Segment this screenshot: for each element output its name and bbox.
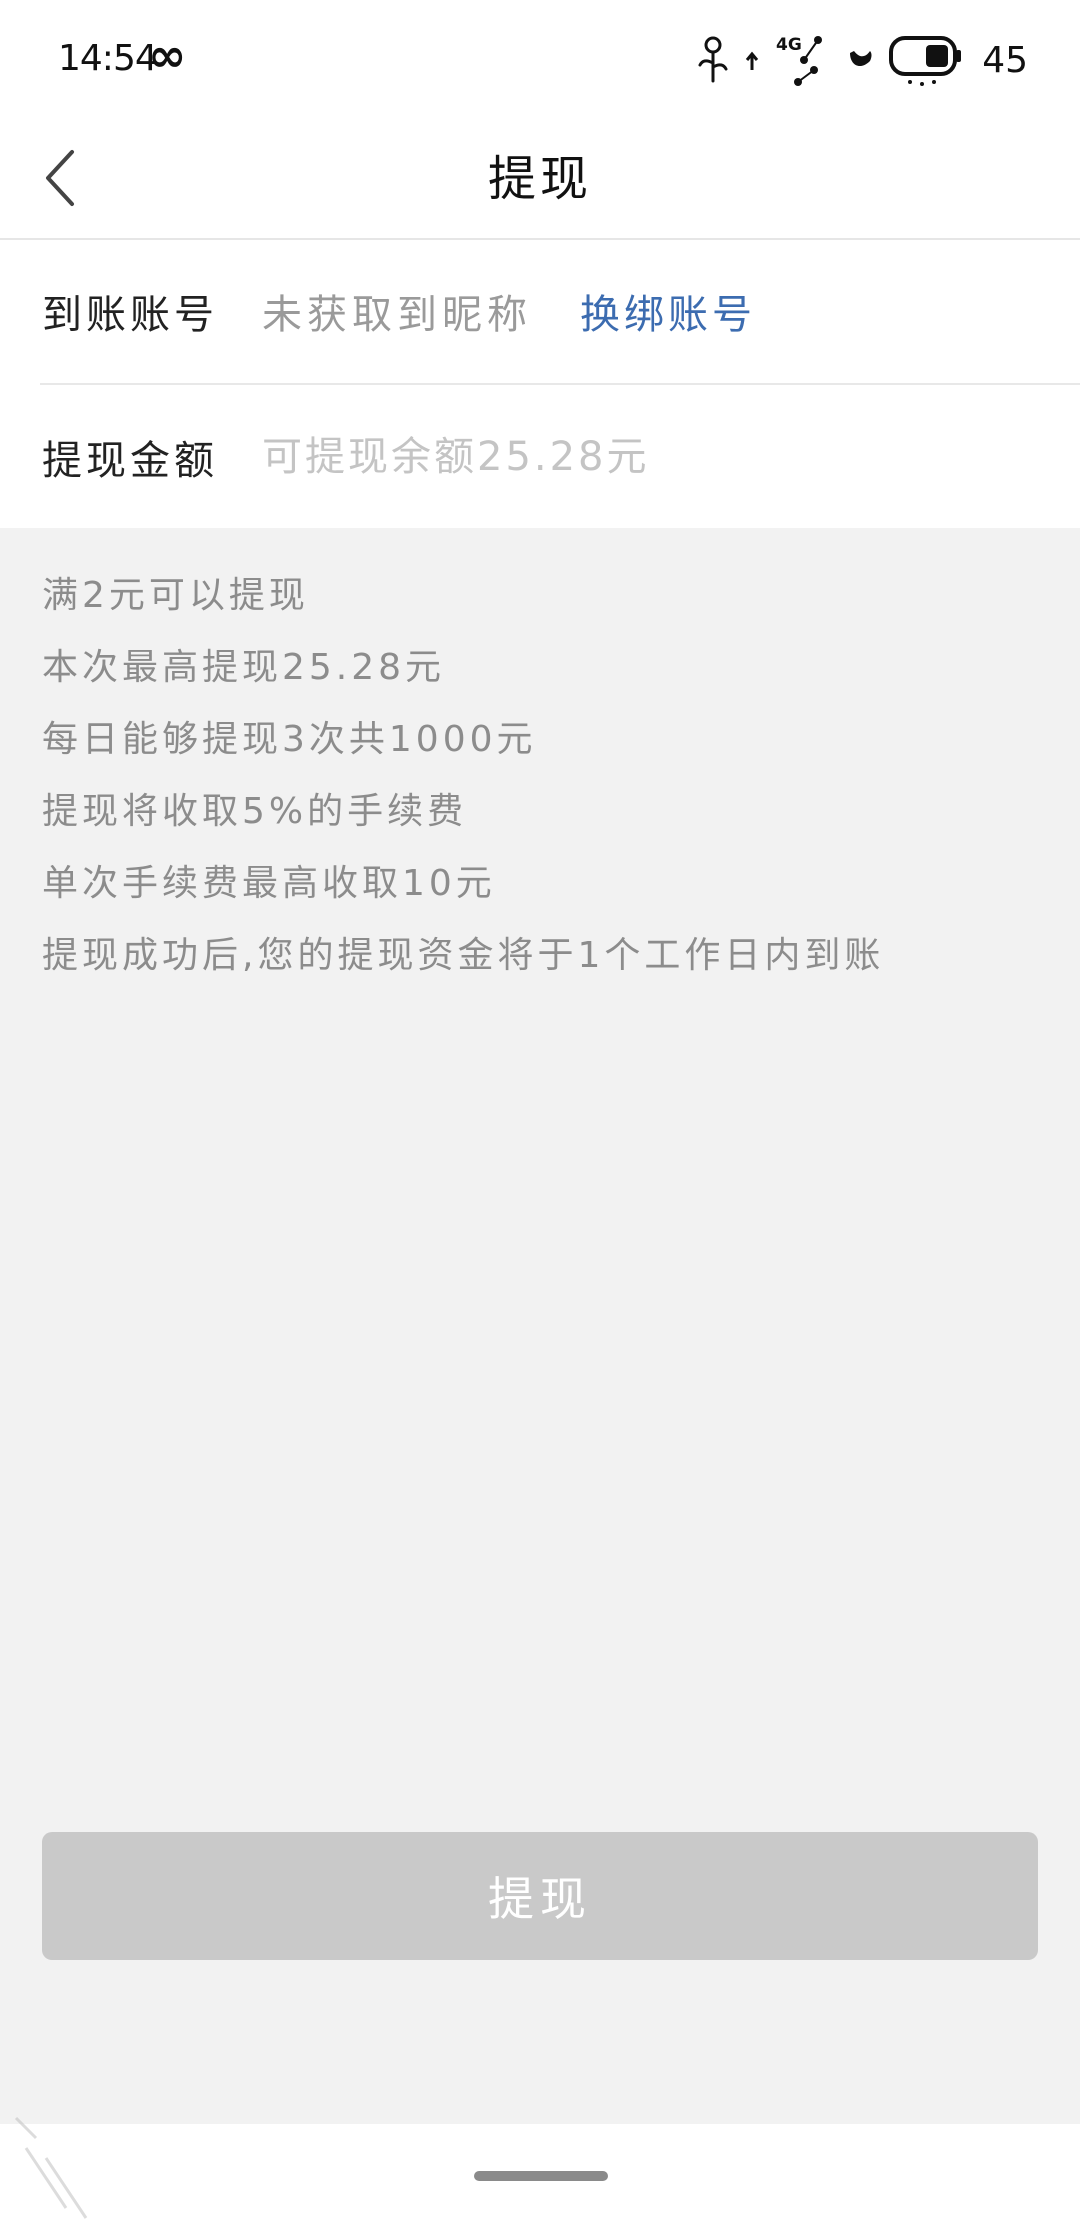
watermark-logo [14, 2116, 88, 2219]
network-type-label: 4G [776, 35, 802, 55]
account-row: 到账账号 未获取到昵称 换绑账号 [0, 240, 1080, 382]
account-nickname: 未获取到昵称 [262, 292, 532, 338]
amount-input[interactable] [262, 417, 1042, 497]
rule-item: 本次最高提现25.28元 [42, 647, 446, 688]
status-time: 14:54 [58, 38, 158, 79]
change-account-link[interactable]: 换绑账号 [580, 282, 756, 340]
rule-item: 满2元可以提现 [42, 575, 309, 616]
paw-icon [850, 51, 872, 67]
account-label: 到账账号 [42, 292, 218, 338]
back-button[interactable] [22, 140, 98, 216]
upload-arrow-icon [746, 51, 759, 70]
4g-signal-icon: 4G [776, 35, 823, 86]
amount-row: 提现金额 [0, 386, 1080, 528]
status-bar: 14:54 ∞ 4G 45 [0, 0, 1080, 120]
bottom-navigation-bar [0, 2124, 1080, 2232]
withdraw-button[interactable]: 提现 [42, 1832, 1038, 1960]
rule-item: 提现成功后,您的提现资金将于1个工作日内到账 [42, 935, 885, 976]
battery-icon [889, 36, 962, 86]
withdraw-rules: 满2元可以提现 本次最高提现25.28元 每日能够提现3次共1000元 提现将收… [42, 566, 1042, 998]
row-divider [40, 383, 1080, 385]
flower-icon [698, 36, 728, 83]
rule-item: 每日能够提现3次共1000元 [42, 719, 537, 760]
page-title: 提现 [487, 151, 592, 207]
home-indicator[interactable] [474, 2171, 608, 2181]
battery-level: 45 [982, 39, 1028, 81]
rule-item: 单次手续费最高收取10元 [42, 863, 496, 904]
amount-label: 提现金额 [42, 438, 218, 484]
infinity-icon: ∞ [148, 28, 187, 82]
rule-item: 提现将收取5%的手续费 [42, 791, 468, 832]
status-icons: 4G 45 [696, 30, 1028, 90]
chevron-left-icon [46, 150, 74, 206]
title-bar: 提现 [0, 120, 1080, 240]
withdraw-form: 到账账号 未获取到昵称 换绑账号 提现金额 [0, 240, 1080, 528]
